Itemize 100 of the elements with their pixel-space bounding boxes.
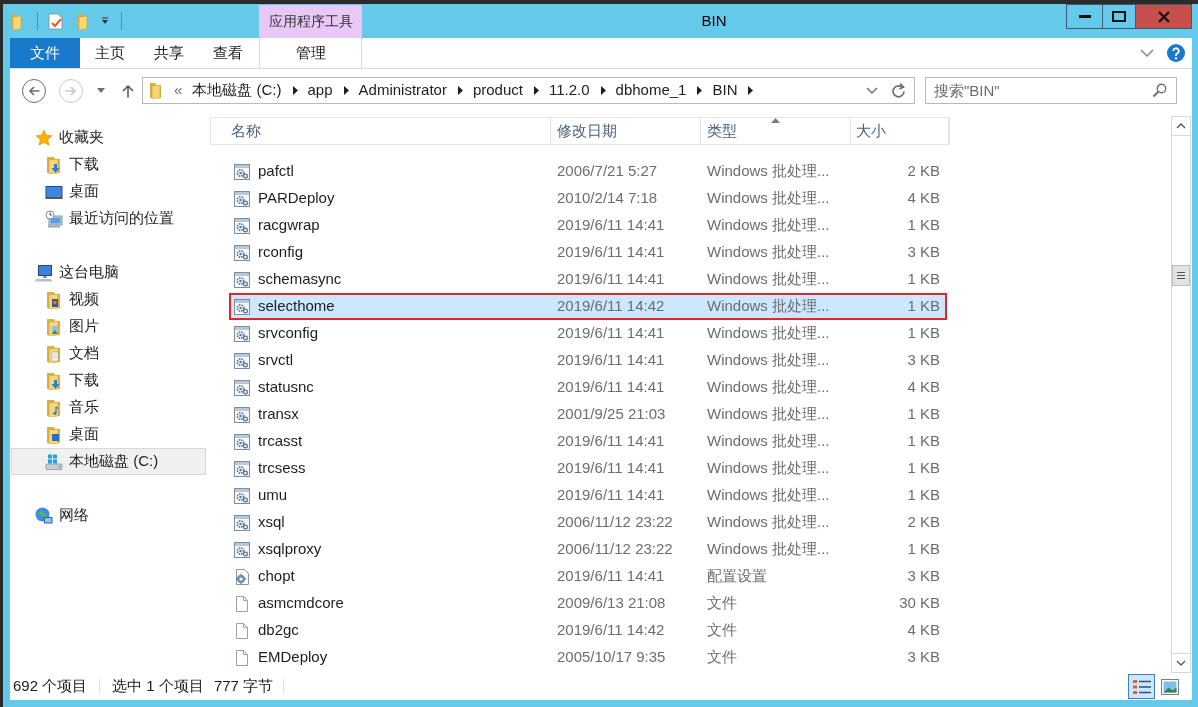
scrollbar[interactable] <box>1171 116 1191 673</box>
file-size: 1 KB <box>907 297 940 315</box>
breadcrumb[interactable]: product <box>472 79 523 102</box>
caret-right-icon[interactable] <box>292 86 298 95</box>
caret-right-icon[interactable] <box>748 86 754 95</box>
chevron-down-icon[interactable] <box>1140 49 1154 57</box>
chevron-down-icon[interactable] <box>866 87 878 94</box>
column-header[interactable]: 修改日期 <box>551 118 701 144</box>
search-field[interactable]: 搜索"BIN" <box>925 77 1177 104</box>
file-row[interactable]: trcasst 2019/6/11 14:41 Windows 批处理... 1 KB <box>229 428 947 455</box>
file-row[interactable]: schemasync 2019/6/11 14:41 Windows 批处理... 1 KB <box>229 266 947 293</box>
column-header[interactable]: 类型 <box>701 118 851 144</box>
file-row[interactable]: selecthome 2019/6/11 14:42 Windows 批处理... 1 KB <box>229 293 947 320</box>
modified-date: 2010/2/14 7:18 <box>557 189 658 207</box>
gear-window-icon <box>233 243 251 262</box>
file-name: db2gc <box>258 620 299 641</box>
ribbon-tab[interactable]: 共享 <box>139 38 198 68</box>
file-size: 1 KB <box>907 540 940 558</box>
chevron-up-icon[interactable] <box>1176 123 1186 129</box>
ribbon-tab[interactable]: 主页 <box>80 38 139 68</box>
ribbon-tab[interactable]: 文件 <box>10 38 80 68</box>
file-row[interactable]: umu 2019/6/11 14:41 Windows 批处理... 1 KB <box>229 482 947 509</box>
column-header[interactable]: 名称 <box>211 118 551 144</box>
modified-date: 2019/6/11 14:41 <box>557 243 665 261</box>
clock-monitor-icon <box>45 209 63 228</box>
modified-date: 2019/6/11 14:42 <box>557 621 665 639</box>
nav-item[interactable]: 本地磁盘 (C:) <box>11 448 206 475</box>
caret-right-icon[interactable] <box>697 86 703 95</box>
caret-right-icon[interactable] <box>457 86 463 95</box>
gear-window-icon <box>233 378 251 397</box>
sort-up-icon <box>771 118 780 123</box>
up-arrow-icon[interactable] <box>122 83 134 98</box>
page-check-icon[interactable] <box>48 12 63 30</box>
file-row[interactable]: xsqlproxy 2006/11/12 23:22 Windows 批处理... 1 KB <box>229 536 947 563</box>
file-row[interactable]: chopt 2019/6/11 14:41 配置设置 3 KB <box>229 563 947 590</box>
caret-right-icon[interactable] <box>343 86 349 95</box>
file-type: Windows 批处理... <box>707 540 830 558</box>
file-row[interactable]: EMDeploy 2005/10/17 9:35 文件 3 KB <box>229 644 947 671</box>
nav-item[interactable]: 下载 <box>11 151 206 178</box>
file-row[interactable]: srvctl 2019/6/11 14:41 Windows 批处理... 3 KB <box>229 347 947 374</box>
nav-item[interactable]: 视频 <box>11 286 206 313</box>
nav-item[interactable]: 收藏夹 <box>11 124 206 151</box>
file-row[interactable]: asmcmdcore 2009/6/13 21:08 文件 30 KB <box>229 590 947 617</box>
help-icon[interactable] <box>1167 44 1185 62</box>
file-row[interactable]: transx 2001/9/25 21:03 Windows 批处理... 1 KB <box>229 401 947 428</box>
nav-item[interactable]: 音乐 <box>11 394 206 421</box>
ribbon-tab[interactable]: 查看 <box>198 38 257 68</box>
file-type: 文件 <box>707 621 737 639</box>
close-button[interactable] <box>1136 4 1192 29</box>
column-header[interactable]: 大小 <box>851 118 949 144</box>
file-row[interactable]: racgwrap 2019/6/11 14:41 Windows 批处理... 1 KB <box>229 212 947 239</box>
nav-item[interactable]: 最近访问的位置 <box>11 205 206 232</box>
file-name: xsqlproxy <box>258 539 322 560</box>
nav-item[interactable]: 桌面 <box>11 421 206 448</box>
file-size: 3 KB <box>907 351 940 369</box>
caret-right-icon[interactable] <box>600 86 606 95</box>
folder-document-icon <box>45 344 63 363</box>
gear-window-icon <box>233 486 251 505</box>
nav-item[interactable]: 网络 <box>11 502 206 529</box>
file-row[interactable]: srvconfig 2019/6/11 14:41 Windows 批处理... 1 KB <box>229 320 947 347</box>
scroll-thumb[interactable] <box>1172 265 1190 286</box>
refresh-icon[interactable] <box>891 82 907 99</box>
file-type: 配置设置 <box>707 567 767 585</box>
breadcrumb[interactable]: Administrator <box>358 79 447 102</box>
file-row[interactable]: PARDeploy 2010/2/14 7:18 Windows 批处理... 4 KB <box>229 185 947 212</box>
file-size: 1 KB <box>907 405 940 423</box>
caret-right-icon[interactable] <box>533 86 539 95</box>
breadcrumb-overflow[interactable]: « <box>174 79 183 102</box>
breadcrumb[interactable]: 11.2.0 <box>548 79 590 102</box>
caret-down-icon[interactable] <box>101 17 109 25</box>
file-type: Windows 批处理... <box>707 270 830 288</box>
modified-date: 2019/6/11 14:41 <box>557 486 665 504</box>
folder-screen-icon <box>45 425 63 444</box>
breadcrumb[interactable]: dbhome_1 <box>615 79 687 102</box>
chevron-down-icon[interactable] <box>1176 660 1186 666</box>
file-size: 3 KB <box>907 567 940 585</box>
file-name: asmcmdcore <box>258 593 344 614</box>
file-row[interactable]: db2gc 2019/6/11 14:42 文件 4 KB <box>229 617 947 644</box>
breadcrumb[interactable]: 本地磁盘 (C:) <box>192 79 282 102</box>
address-bar[interactable]: « 本地磁盘 (C:) app Administrator product 11.2.0 dbhome_1 BIN <box>142 77 915 104</box>
file-row[interactable]: rconfig 2019/6/11 14:41 Windows 批处理... 3 KB <box>229 239 947 266</box>
file-type: Windows 批处理... <box>707 351 830 369</box>
folder-film-icon <box>45 290 63 309</box>
nav-item[interactable]: 这台电脑 <box>11 259 206 286</box>
nav-item[interactable]: 文档 <box>11 340 206 367</box>
contextual-group-label: 应用程序工具 <box>259 5 362 38</box>
file-row[interactable]: trcsess 2019/6/11 14:41 Windows 批处理... 1 KB <box>229 455 947 482</box>
nav-item[interactable]: 桌面 <box>11 178 206 205</box>
minimize-button[interactable] <box>1066 4 1103 29</box>
view-button[interactable] <box>1128 674 1155 699</box>
file-row[interactable]: pafctl 2006/7/21 5:27 Windows 批处理... 2 KB <box>229 158 947 185</box>
file-row[interactable]: xsql 2006/11/12 23:22 Windows 批处理... 2 KB <box>229 509 947 536</box>
nav-item[interactable]: 下载 <box>11 367 206 394</box>
nav-item[interactable]: 图片 <box>11 313 206 340</box>
caret-down-icon[interactable] <box>97 88 105 93</box>
breadcrumb[interactable]: app <box>307 79 333 102</box>
file-size: 1 KB <box>907 459 940 477</box>
left-arrow-icon <box>28 85 40 96</box>
file-row[interactable]: statusnc 2019/6/11 14:41 Windows 批处理... 4 KB <box>229 374 947 401</box>
breadcrumb[interactable]: BIN <box>712 79 738 102</box>
